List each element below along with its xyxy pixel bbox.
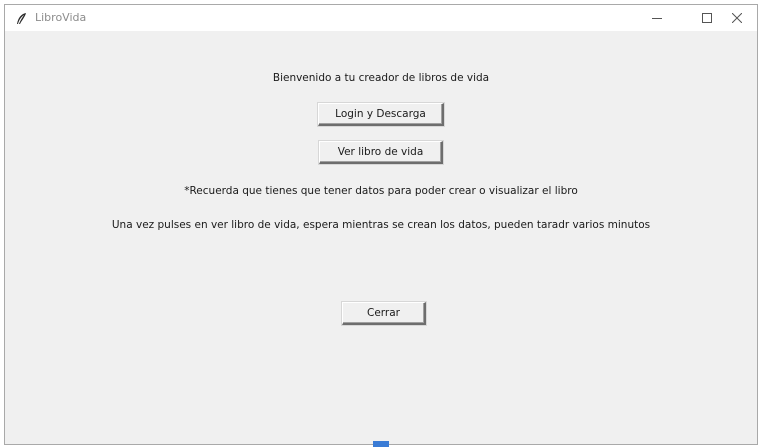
app-window: LibroVida Bienvenido a tu creador de lib… [4,4,758,445]
close-icon [732,13,742,23]
taskbar-indicator [373,441,389,447]
login-download-button[interactable]: Login y Descarga [318,103,444,126]
close-window-button[interactable] [715,5,759,31]
view-book-button[interactable]: Ver libro de vida [319,141,443,164]
maximize-icon [702,13,712,23]
minimize-button[interactable] [635,5,679,31]
close-button[interactable]: Cerrar [342,302,426,325]
window-title: LibroVida [35,11,87,24]
welcome-text: Bienvenido a tu creador de libros de vid… [272,72,490,84]
feather-icon [15,11,27,25]
wait-note: Una vez pulses en ver libro de vida, esp… [111,219,651,231]
title-bar[interactable]: LibroVida [5,5,757,31]
main-content: Bienvenido a tu creador de libros de vid… [5,31,757,444]
minimize-icon [652,18,662,19]
data-required-note: *Recuerda que tienes que tener datos par… [184,185,578,197]
